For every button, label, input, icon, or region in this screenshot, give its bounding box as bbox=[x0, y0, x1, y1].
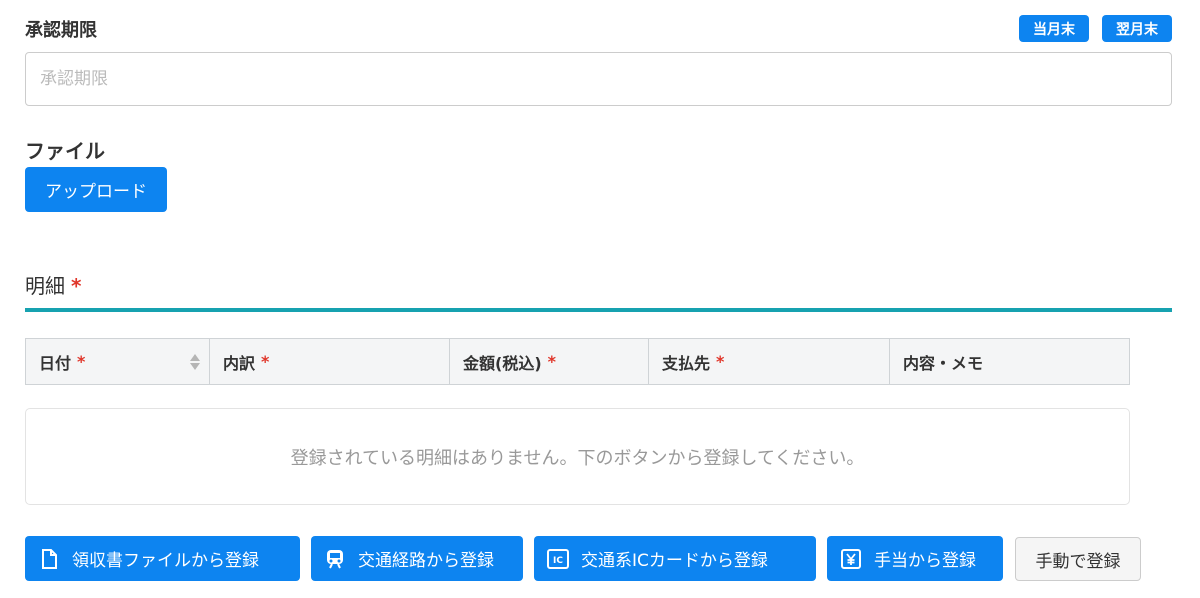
month-end-button[interactable]: 当月末 bbox=[1019, 15, 1089, 42]
column-label: 日付 bbox=[39, 353, 72, 373]
button-label: 交通系ICカードから登録 bbox=[581, 551, 768, 571]
train-icon bbox=[324, 548, 346, 570]
register-manually-button[interactable]: 手動で登録 bbox=[1015, 537, 1141, 581]
details-heading-text: 明細 bbox=[25, 274, 65, 298]
column-header-amount: 金額(税込) * bbox=[450, 339, 649, 384]
button-label: 交通経路から登録 bbox=[358, 551, 494, 571]
column-header-date[interactable]: 日付 * bbox=[26, 339, 210, 384]
required-mark: * bbox=[71, 274, 82, 298]
column-header-memo: 内容・メモ bbox=[890, 339, 1129, 384]
column-label: 支払先 bbox=[662, 353, 711, 373]
details-table-header: 日付 * 内訳 * 金額(税込) * 支払先 * 内容・メモ bbox=[25, 338, 1130, 385]
register-from-transit-route-button[interactable]: 交通経路から登録 bbox=[311, 536, 523, 581]
sort-icon[interactable] bbox=[189, 352, 201, 372]
register-from-receipt-button[interactable]: 領収書ファイルから登録 bbox=[25, 536, 300, 581]
register-from-ic-card-button[interactable]: IC 交通系ICカードから登録 bbox=[534, 536, 816, 581]
column-label: 内訳 bbox=[223, 353, 256, 373]
required-mark: * bbox=[716, 352, 725, 371]
file-icon bbox=[38, 548, 60, 570]
svg-text:IC: IC bbox=[553, 556, 563, 566]
details-heading: 明細 * bbox=[25, 270, 81, 299]
file-label: ファイル bbox=[25, 139, 105, 163]
register-from-allowance-button[interactable]: 手当から登録 bbox=[827, 536, 1003, 581]
column-header-payee: 支払先 * bbox=[649, 339, 890, 384]
column-label: 内容・メモ bbox=[903, 353, 984, 373]
column-header-breakdown: 内訳 * bbox=[210, 339, 450, 384]
empty-details-message: 登録されている明細はありません。下のボタンから登録してください。 bbox=[25, 408, 1130, 505]
button-label: 手当から登録 bbox=[874, 551, 976, 571]
column-label: 金額(税込) bbox=[463, 353, 542, 373]
approval-deadline-label: 承認期限 bbox=[25, 20, 97, 41]
required-mark: * bbox=[547, 352, 557, 371]
yen-icon bbox=[840, 548, 862, 570]
required-mark: * bbox=[77, 352, 86, 371]
required-mark: * bbox=[261, 352, 270, 371]
ic-card-icon: IC bbox=[547, 548, 569, 570]
button-label: 領収書ファイルから登録 bbox=[72, 551, 259, 571]
empty-message-text: 登録されている明細はありません。下のボタンから登録してください。 bbox=[290, 447, 865, 469]
details-divider bbox=[25, 308, 1172, 312]
approval-deadline-input[interactable] bbox=[25, 52, 1172, 106]
next-month-end-button[interactable]: 翌月末 bbox=[1102, 15, 1172, 42]
upload-button[interactable]: アップロード bbox=[25, 167, 167, 212]
